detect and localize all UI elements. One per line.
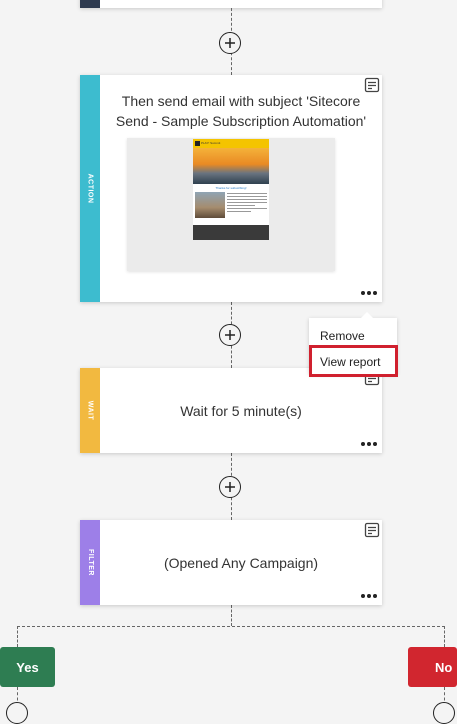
no-branch-label: No <box>435 659 453 675</box>
action-title-line2: Send - Sample Subscription Automation' <box>115 113 367 129</box>
menu-item-remove[interactable]: Remove <box>320 329 365 343</box>
add-step-button[interactable] <box>219 324 241 346</box>
email-body-text <box>227 192 267 218</box>
previous-card[interactable] <box>80 0 382 8</box>
yes-add-step-button[interactable] <box>6 702 28 724</box>
action-title: Then send email with subject 'Sitecore S… <box>100 91 382 131</box>
action-stripe: ACTION <box>80 75 100 302</box>
action-title-line1: Then send email with subject 'Sitecore <box>121 93 361 109</box>
filter-stripe-label: FILTER <box>86 549 94 576</box>
plus-icon <box>225 482 235 492</box>
filter-text: (Opened Any Campaign) <box>163 555 319 571</box>
plus-icon <box>225 38 235 48</box>
filter-card[interactable]: FILTER (Opened Any Campaign) <box>80 520 382 605</box>
email-hero-image <box>193 148 269 184</box>
more-options-icon[interactable] <box>361 592 377 600</box>
no-add-step-button[interactable] <box>433 702 455 724</box>
add-step-button[interactable] <box>219 32 241 54</box>
email-brand: PLAY! Summit <box>201 141 221 145</box>
connector-line <box>231 605 232 626</box>
wait-text: Wait for 5 minute(s) <box>180 403 302 419</box>
brand-logo-icon <box>195 141 200 146</box>
email-preview-frame: PLAY! Summit Thanks for subscribing! <box>127 138 335 271</box>
action-stripe-label: ACTION <box>86 173 94 204</box>
branch-connector <box>17 626 445 647</box>
email-footer-band <box>193 225 269 240</box>
filter-stripe: FILTER <box>80 520 100 605</box>
email-side-image <box>195 192 225 218</box>
wait-stripe-label: WAIT <box>86 400 94 421</box>
email-thumbnail: PLAY! Summit Thanks for subscribing! <box>193 139 269 240</box>
email-body-row <box>193 190 269 218</box>
wait-card[interactable]: WAIT Wait for 5 minute(s) <box>80 368 382 453</box>
more-options-icon[interactable] <box>361 289 377 297</box>
yes-branch-button[interactable]: Yes <box>0 647 55 687</box>
no-branch-button[interactable]: No <box>408 647 457 687</box>
yes-branch-label: Yes <box>16 659 39 675</box>
action-card[interactable]: ACTION Then send email with subject 'Sit… <box>80 75 382 302</box>
email-header-band: PLAY! Summit <box>193 139 269 148</box>
note-icon[interactable] <box>364 522 380 538</box>
highlight-box <box>309 345 398 377</box>
more-options-icon[interactable] <box>361 440 377 448</box>
previous-card-stripe <box>80 0 100 8</box>
plus-icon <box>225 330 235 340</box>
wait-stripe: WAIT <box>80 368 100 453</box>
add-step-button[interactable] <box>219 476 241 498</box>
